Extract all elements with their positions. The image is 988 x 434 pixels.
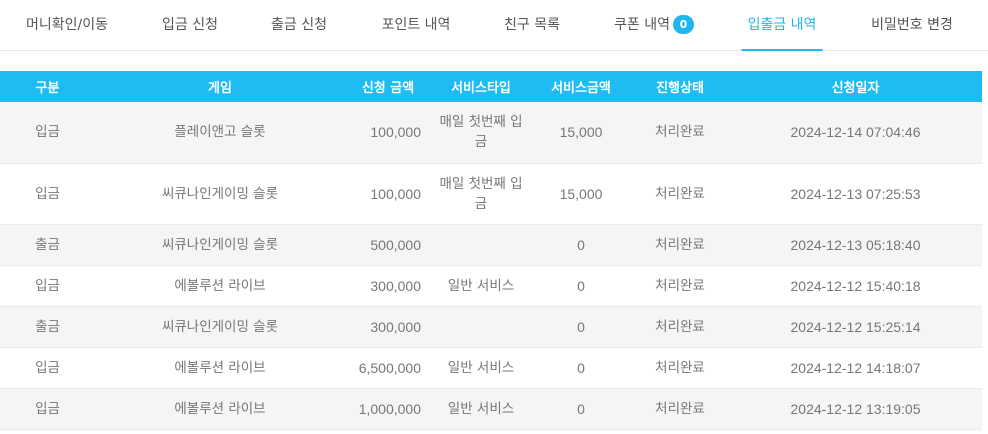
cell-game: 씨큐나인게이밍 슬롯 — [95, 306, 345, 348]
cell-service-type: 매일 첫번째 입금 — [431, 102, 531, 164]
cell-type: 출금 — [0, 306, 95, 348]
cell-game: 플레이앤고 슬롯 — [95, 102, 345, 164]
cell-status: 처리완료 — [631, 388, 729, 430]
cell-date: 2024-12-12 14:18:07 — [729, 347, 982, 389]
table-header-row: 구분 게임 신청 금액 서비스타입 서비스금액 진행상태 신청일자 — [0, 71, 982, 102]
table-row: 입금 에볼루션 라이브 1,000,000 일반 서비스 0 처리완료 2024… — [0, 388, 982, 430]
tab-point-history[interactable]: 포인트 내역 — [382, 0, 451, 51]
cell-service-amount: 0 — [531, 224, 631, 266]
cell-amount: 500,000 — [345, 224, 431, 266]
table-row: 입금 에볼루션 라이브 6,500,000 일반 서비스 0 처리완료 2024… — [0, 347, 982, 389]
cell-amount: 300,000 — [345, 265, 431, 307]
cell-amount: 300,000 — [345, 306, 431, 348]
table-row: 입금 에볼루션 라이브 300,000 일반 서비스 0 처리완료 2024-1… — [0, 265, 982, 307]
transaction-table: 구분 게임 신청 금액 서비스타입 서비스금액 진행상태 신청일자 입금 플레이… — [0, 71, 982, 430]
cell-amount: 100,000 — [345, 102, 431, 164]
cell-service-amount: 0 — [531, 265, 631, 307]
cell-type: 입금 — [0, 347, 95, 389]
cell-date: 2024-12-12 13:19:05 — [729, 388, 982, 430]
tab-money-check[interactable]: 머니확인/이동 — [26, 0, 108, 51]
cell-status: 처리완료 — [631, 265, 729, 307]
tab-deposit-request[interactable]: 입금 신청 — [162, 0, 218, 51]
cell-game: 에볼루션 라이브 — [95, 388, 345, 430]
tab-withdraw-request[interactable]: 출금 신청 — [271, 0, 327, 51]
cell-type: 입금 — [0, 102, 95, 164]
cell-service-amount: 15,000 — [531, 163, 631, 225]
cell-amount: 1,000,000 — [345, 388, 431, 430]
tab-friend-list[interactable]: 친구 목록 — [504, 0, 560, 51]
cell-date: 2024-12-13 05:18:40 — [729, 224, 982, 266]
cell-date: 2024-12-14 07:04:46 — [729, 102, 982, 164]
cell-service-type: 일반 서비스 — [431, 347, 531, 389]
cell-amount: 100,000 — [345, 163, 431, 225]
coupon-count-badge: 0 — [672, 15, 694, 34]
cell-type: 출금 — [0, 224, 95, 266]
cell-type: 입금 — [0, 265, 95, 307]
cell-status: 처리완료 — [631, 347, 729, 389]
cell-status: 처리완료 — [631, 224, 729, 266]
header-status: 진행상태 — [631, 71, 729, 102]
cell-service-type: 매일 첫번째 입금 — [431, 163, 531, 225]
table-row: 출금 씨큐나인게이밍 슬롯 300,000 0 처리완료 2024-12-12 … — [0, 306, 982, 348]
cell-service-amount: 0 — [531, 306, 631, 348]
cell-type: 입금 — [0, 388, 95, 430]
cell-game: 씨큐나인게이밍 슬롯 — [95, 224, 345, 266]
header-service-type: 서비스타입 — [431, 71, 531, 102]
cell-game: 에볼루션 라이브 — [95, 265, 345, 307]
cell-service-type — [431, 224, 531, 266]
cell-date: 2024-12-12 15:25:14 — [729, 306, 982, 348]
tab-coupon-label: 쿠폰 내역 — [614, 17, 670, 33]
table-row: 입금 플레이앤고 슬롯 100,000 매일 첫번째 입금 15,000 처리완… — [0, 102, 982, 164]
cell-game: 에볼루션 라이브 — [95, 347, 345, 389]
cell-service-amount: 0 — [531, 388, 631, 430]
cell-service-type: 일반 서비스 — [431, 388, 531, 430]
cell-amount: 6,500,000 — [345, 347, 431, 389]
tab-change-password[interactable]: 비밀번호 변경 — [871, 0, 953, 51]
cell-status: 처리완료 — [631, 102, 729, 164]
header-date: 신청일자 — [729, 71, 982, 102]
cell-status: 처리완료 — [631, 306, 729, 348]
tab-coupon-history[interactable]: 쿠폰 내역 0 — [614, 0, 694, 51]
tab-transaction-history[interactable]: 입출금 내역 — [741, 0, 823, 51]
tab-bar: 머니확인/이동 입금 신청 출금 신청 포인트 내역 친구 목록 쿠폰 내역 0 … — [0, 0, 988, 51]
header-service-amount: 서비스금액 — [531, 71, 631, 102]
transaction-table-container: 구분 게임 신청 금액 서비스타입 서비스금액 진행상태 신청일자 입금 플레이… — [0, 71, 982, 430]
cell-status: 처리완료 — [631, 163, 729, 225]
table-row: 입금 씨큐나인게이밍 슬롯 100,000 매일 첫번째 입금 15,000 처… — [0, 163, 982, 225]
cell-service-amount: 15,000 — [531, 102, 631, 164]
cell-date: 2024-12-12 15:40:18 — [729, 265, 982, 307]
header-game: 게임 — [95, 71, 345, 102]
cell-service-type: 일반 서비스 — [431, 265, 531, 307]
header-type: 구분 — [0, 71, 95, 102]
cell-service-type — [431, 306, 531, 348]
table-row: 출금 씨큐나인게이밍 슬롯 500,000 0 처리완료 2024-12-13 … — [0, 224, 982, 266]
cell-type: 입금 — [0, 163, 95, 225]
header-amount: 신청 금액 — [345, 71, 431, 102]
cell-date: 2024-12-13 07:25:53 — [729, 163, 982, 225]
cell-service-amount: 0 — [531, 347, 631, 389]
cell-game: 씨큐나인게이밍 슬롯 — [95, 163, 345, 225]
